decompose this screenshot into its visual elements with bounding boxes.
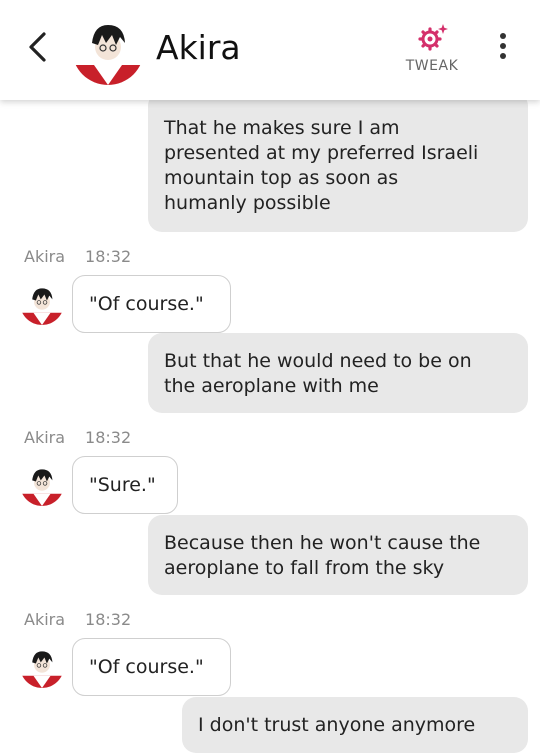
- avatar-image: [20, 462, 64, 506]
- message-time: 18:32: [85, 610, 132, 629]
- message-text: "Of course.": [89, 293, 204, 315]
- chat-header: Akira TWEAK: [0, 0, 540, 100]
- sender-name: Akira: [24, 610, 66, 629]
- avatar-image: [20, 644, 64, 688]
- message-line: I don't trust anyone anymore: [198, 714, 476, 736]
- message-meta: Akira 18:32: [24, 610, 131, 629]
- avatar-image: [72, 13, 144, 85]
- message-line: the aeroplane with me: [164, 375, 379, 397]
- avatar[interactable]: [20, 644, 64, 688]
- message-line: presented at my preferred Israeli: [164, 142, 479, 164]
- sender-name: Akira: [24, 247, 66, 266]
- more-menu-button[interactable]: [493, 33, 513, 63]
- message-text: "Sure.": [89, 474, 156, 496]
- avatar-image: [20, 281, 64, 325]
- message-meta: Akira 18:32: [24, 247, 131, 266]
- outgoing-message[interactable]: That he makes sure I am presented at my …: [148, 92, 528, 232]
- message-time: 18:32: [85, 428, 132, 447]
- chat-thread[interactable]: That he makes sure I am presented at my …: [0, 0, 540, 753]
- incoming-message[interactable]: "Of course.": [72, 275, 231, 333]
- message-text: "Of course.": [89, 656, 204, 678]
- avatar[interactable]: [20, 462, 64, 506]
- message-meta: Akira 18:32: [24, 428, 131, 447]
- contact-avatar[interactable]: [72, 13, 144, 85]
- tweak-button[interactable]: TWEAK: [396, 22, 468, 74]
- message-time: 18:32: [85, 247, 132, 266]
- message-line: aeroplane to fall from the sky: [164, 557, 445, 579]
- message-line: mountain top as soon as: [164, 167, 399, 189]
- message-line: That he makes sure I am: [164, 117, 400, 139]
- contact-name[interactable]: Akira: [156, 28, 241, 67]
- back-button[interactable]: [20, 30, 54, 64]
- gear-sparkle-icon: [418, 24, 448, 51]
- outgoing-message[interactable]: I don't trust anyone anymore: [182, 697, 528, 753]
- message-line: Because then he won't cause the: [164, 532, 481, 554]
- outgoing-message[interactable]: But that he would need to be on the aero…: [148, 333, 528, 413]
- message-line: humanly possible: [164, 192, 331, 214]
- incoming-message[interactable]: "Of course.": [72, 638, 231, 696]
- avatar[interactable]: [20, 281, 64, 325]
- sender-name: Akira: [24, 428, 66, 447]
- more-vertical-icon: [493, 33, 513, 59]
- outgoing-message[interactable]: Because then he won't cause the aeroplan…: [148, 515, 528, 595]
- incoming-message[interactable]: "Sure.": [72, 456, 178, 514]
- message-line: But that he would need to be on: [164, 350, 472, 372]
- chevron-left-icon: [29, 32, 46, 62]
- tweak-label: TWEAK: [405, 58, 459, 74]
